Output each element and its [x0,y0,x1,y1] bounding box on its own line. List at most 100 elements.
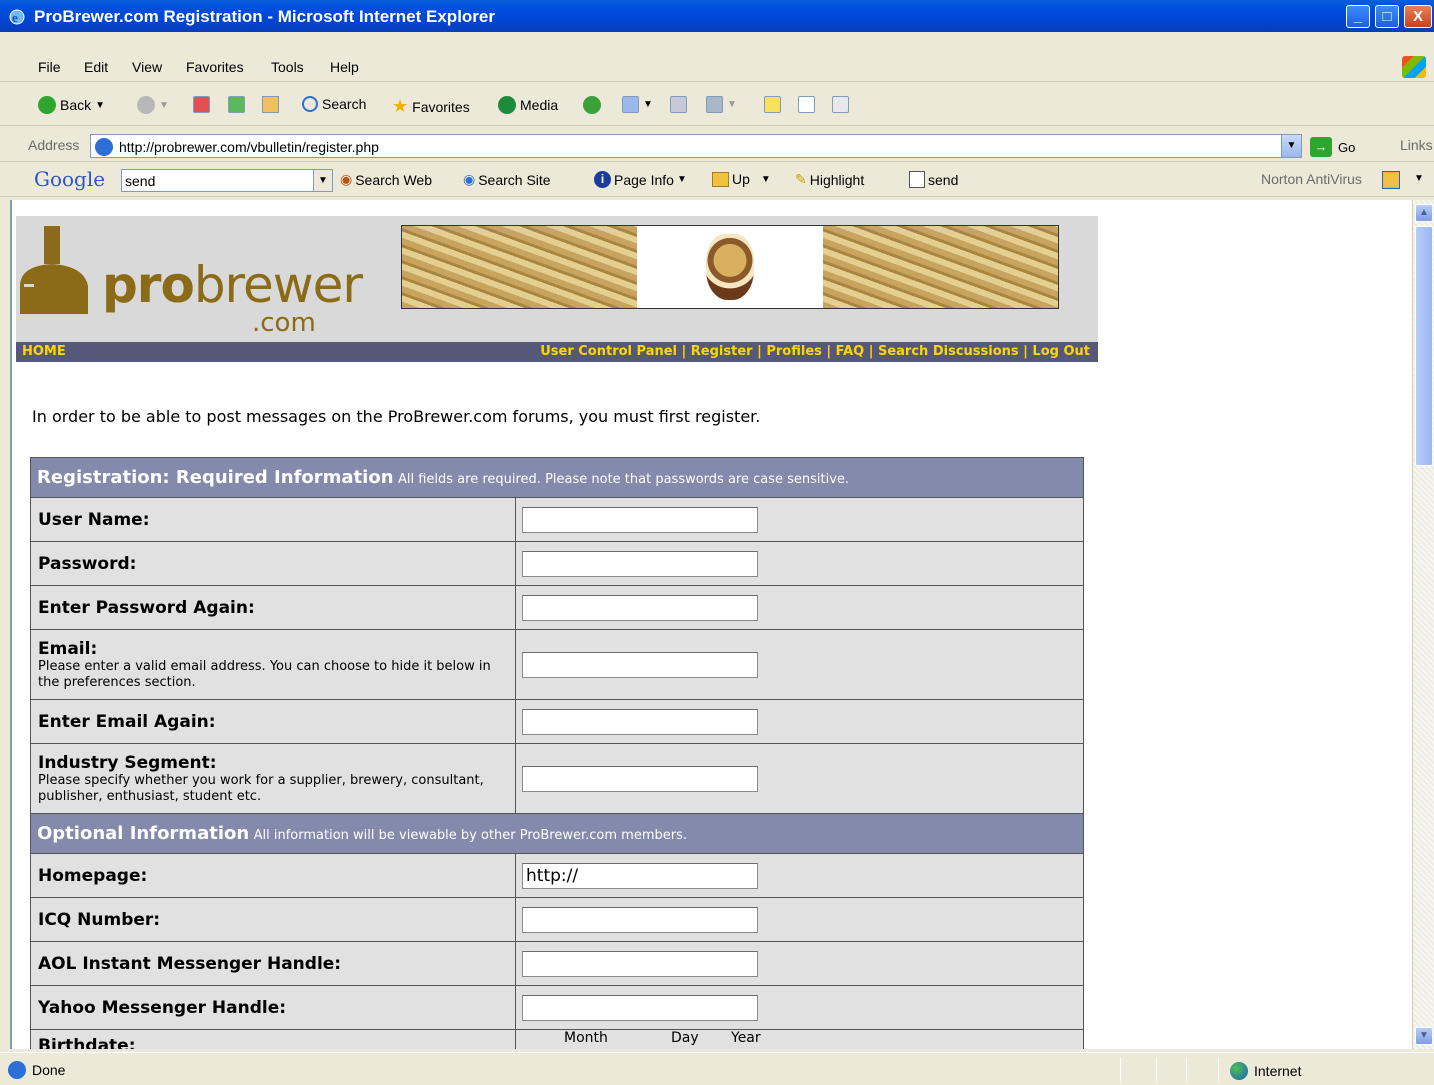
links-button[interactable]: Links [1400,137,1433,153]
field-label: Enter Email Again: [38,711,216,732]
icq-input[interactable] [522,906,758,933]
vertical-scrollbar[interactable]: ▲ ▼ [1412,200,1434,1049]
registration-form: Registration: Required Information All f… [30,457,1084,1049]
address-input[interactable]: http://probrewer.com/vbulletin/register.… [90,134,1302,158]
email-row: Email: Please enter a valid email addres… [31,630,1083,700]
close-button[interactable]: X [1404,5,1432,28]
minimize-button[interactable]: _ [1346,5,1370,28]
username-input[interactable] [522,506,758,533]
mail-icon[interactable]: ▼ [622,96,653,113]
crest-logo [706,234,754,300]
menu-tools[interactable]: Tools [271,59,304,75]
search-site-button[interactable]: ◉ Search Site [463,171,551,188]
home-icon[interactable] [262,96,279,113]
nav-links[interactable]: User Control Panel | Register | Profiles… [540,344,1090,359]
binoculars-icon: ◉ [340,171,353,187]
highlight-button[interactable]: ✎ Highlight [795,171,864,188]
yahoo-input[interactable] [522,994,758,1021]
field-label: User Name: [38,509,150,530]
icq-row: ICQ Number: [31,898,1083,942]
aim-input[interactable] [522,950,758,977]
norton-antivirus-label[interactable]: Norton AntiVirus [1261,171,1362,187]
menu-bar: File Edit View Favorites Tools Help [0,52,1434,82]
status-text: Done [32,1062,66,1078]
password-input[interactable] [522,550,758,577]
media-button[interactable]: Media [498,96,558,114]
chevron-down-icon[interactable]: ▼ [1414,173,1424,184]
site-search-icon: ◉ [463,171,476,187]
discuss-icon[interactable] [764,96,781,113]
menu-help[interactable]: Help [330,59,359,75]
print-icon[interactable] [670,96,687,113]
search-web-button[interactable]: ◉ Search Web [340,171,432,188]
chevron-down-icon[interactable]: ▼ [1281,135,1301,157]
aim-row: AOL Instant Messenger Handle: [31,942,1083,986]
page-viewport: probrewer .com HOME User Control Panel |… [10,200,1412,1049]
standard-toolbar: Back ▼ ▼ Search ★ Favorites Media ▼ ▼ [0,86,1434,126]
history-icon[interactable] [583,96,601,114]
field-label: Homepage: [38,865,148,886]
field-description: Please enter a valid email address. You … [38,658,491,690]
required-section-header: Registration: Required Information All f… [31,458,1083,498]
google-toolbar: Google send ▼ ◉ Search Web ◉ Search Site… [0,163,1434,197]
address-url: http://probrewer.com/vbulletin/register.… [119,139,379,155]
search-button[interactable]: Search [302,96,366,112]
edit-icon[interactable]: ▼ [706,96,737,113]
field-label: ICQ Number: [38,909,161,930]
google-search-input[interactable]: send ▼ [121,169,333,192]
chevron-down-icon: ▼ [760,173,771,185]
field-label: Industry Segment: [38,752,217,773]
menu-view[interactable]: View [132,59,162,75]
email-input[interactable] [522,651,758,678]
nav-home-link[interactable]: HOME [22,344,66,359]
password-confirm-input[interactable] [522,594,758,621]
field-label: AOL Instant Messenger Handle: [38,953,342,974]
industry-segment-input[interactable] [522,765,758,792]
menu-favorites[interactable]: Favorites [186,59,244,75]
address-bar: Address http://probrewer.com/vbulletin/r… [0,130,1434,162]
optional-section-header: Optional Information All information wil… [31,814,1083,854]
up-button[interactable]: Up ▼ [712,171,771,187]
maximize-button[interactable]: □ [1375,5,1399,28]
menu-file[interactable]: File [38,59,61,75]
chevron-down-icon: ▼ [95,99,106,111]
send-word-button[interactable]: send [909,171,958,188]
status-bar: Done Internet [0,1052,1434,1085]
title-bar: e ProBrewer.com Registration - Microsoft… [0,0,1434,32]
forward-button[interactable]: ▼ [137,96,169,114]
homepage-input[interactable]: http:// [522,862,758,889]
email-confirm-input[interactable] [522,708,758,735]
scroll-up-icon[interactable]: ▲ [1415,204,1433,222]
page-info-button[interactable]: i Page Info ▼ [594,171,687,188]
site-logo[interactable]: probrewer [102,260,363,310]
scroll-down-icon[interactable]: ▼ [1415,1027,1433,1045]
research-icon[interactable] [832,96,849,113]
google-logo[interactable]: Google [34,167,105,191]
refresh-icon[interactable] [228,96,245,113]
chevron-down-icon: ▼ [159,99,169,111]
messenger-icon[interactable] [798,96,815,113]
window-title: ProBrewer.com Registration - Microsoft I… [34,7,495,26]
star-icon: ★ [392,96,409,116]
go-button[interactable]: → Go [1310,137,1355,157]
browser-window: e ProBrewer.com Registration - Microsoft… [0,0,1434,1085]
chevron-down-icon: ▼ [676,174,687,185]
chevron-down-icon[interactable]: ▼ [313,170,332,191]
password-confirm-row: Enter Password Again: [31,586,1083,630]
stop-icon[interactable] [193,96,210,113]
field-description: Please specify whether you work for a su… [38,772,484,804]
norton-icon[interactable] [1382,171,1400,189]
site-nav: HOME User Control Panel | Register | Pro… [16,342,1098,362]
grain-image [402,226,637,308]
address-label: Address [28,137,80,153]
security-zone: Internet [1230,1062,1301,1080]
industry-segment-row: Industry Segment: Please specify whether… [31,744,1083,814]
go-arrow-icon: → [1310,137,1332,157]
banner-ad[interactable] [401,225,1059,309]
favorites-button[interactable]: ★ Favorites [392,96,470,117]
username-row: User Name: [31,498,1083,542]
menu-edit[interactable]: Edit [84,59,108,75]
back-button[interactable]: Back ▼ [38,96,105,114]
field-label: Enter Password Again: [38,597,255,618]
scroll-thumb[interactable] [1415,226,1433,466]
